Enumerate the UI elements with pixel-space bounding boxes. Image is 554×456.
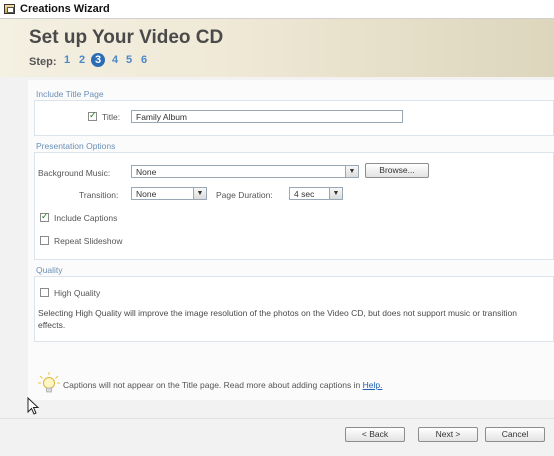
- tip-text: Captions will not appear on the Title pa…: [63, 380, 382, 390]
- help-link[interactable]: Help.: [363, 380, 383, 390]
- page-duration-value: 4 sec: [294, 189, 315, 199]
- quality-section-label: Quality: [36, 265, 63, 275]
- app-icon: [4, 4, 15, 14]
- include-captions-checkbox[interactable]: [40, 211, 49, 222]
- wizard-footer: < Back Next > Cancel: [0, 418, 554, 456]
- title-label: Title:: [102, 112, 121, 122]
- page-duration-label: Page Duration:: [216, 190, 273, 200]
- step-label: Step:: [29, 56, 57, 68]
- title-input[interactable]: Family Album: [131, 110, 403, 123]
- transition-value: None: [136, 189, 157, 199]
- background-music-select[interactable]: None ▼: [131, 165, 359, 178]
- cancel-button[interactable]: Cancel: [485, 427, 545, 442]
- chevron-down-icon: ▼: [329, 188, 342, 199]
- include-captions-label: Include Captions: [54, 213, 118, 223]
- back-button[interactable]: < Back: [345, 427, 405, 442]
- transition-label: Transition:: [79, 190, 119, 200]
- repeat-slideshow-label: Repeat Slideshow: [54, 236, 123, 246]
- chevron-down-icon: ▼: [345, 166, 358, 177]
- tip-message: Captions will not appear on the Title pa…: [63, 380, 361, 390]
- title-bar: Creations Wizard: [0, 0, 554, 19]
- step-2[interactable]: 2: [79, 54, 85, 66]
- step-3-current: 3: [91, 53, 105, 67]
- lightbulb-icon: [38, 372, 60, 393]
- creations-wizard-window: Creations Wizard Set up Your Video CD St…: [0, 0, 554, 456]
- transition-select[interactable]: None ▼: [131, 187, 207, 200]
- window-title: Creations Wizard: [20, 3, 110, 15]
- background-music-value: None: [136, 167, 157, 177]
- wizard-header: Set up Your Video CD Step: 1 2 3 4 5 6: [0, 19, 554, 77]
- quality-note: Selecting High Quality will improve the …: [38, 308, 517, 330]
- title-page-section-label: Include Title Page: [36, 89, 104, 99]
- page-duration-select[interactable]: 4 sec ▼: [289, 187, 343, 200]
- step-6[interactable]: 6: [141, 54, 147, 66]
- step-1[interactable]: 1: [64, 54, 70, 66]
- presentation-section-label: Presentation Options: [36, 141, 116, 151]
- repeat-slideshow-checkbox[interactable]: [40, 236, 49, 245]
- step-4[interactable]: 4: [112, 54, 118, 66]
- page-title: Set up Your Video CD: [29, 27, 224, 48]
- next-button[interactable]: Next >: [418, 427, 478, 442]
- mouse-cursor-icon: [27, 397, 40, 415]
- high-quality-checkbox[interactable]: [40, 288, 49, 297]
- title-checkbox[interactable]: [88, 110, 97, 121]
- high-quality-label: High Quality: [54, 288, 101, 298]
- background-music-label: Background Music:: [38, 168, 111, 178]
- chevron-down-icon: ▼: [193, 188, 206, 199]
- browse-button[interactable]: Browse...: [365, 163, 429, 178]
- step-5[interactable]: 5: [126, 54, 132, 66]
